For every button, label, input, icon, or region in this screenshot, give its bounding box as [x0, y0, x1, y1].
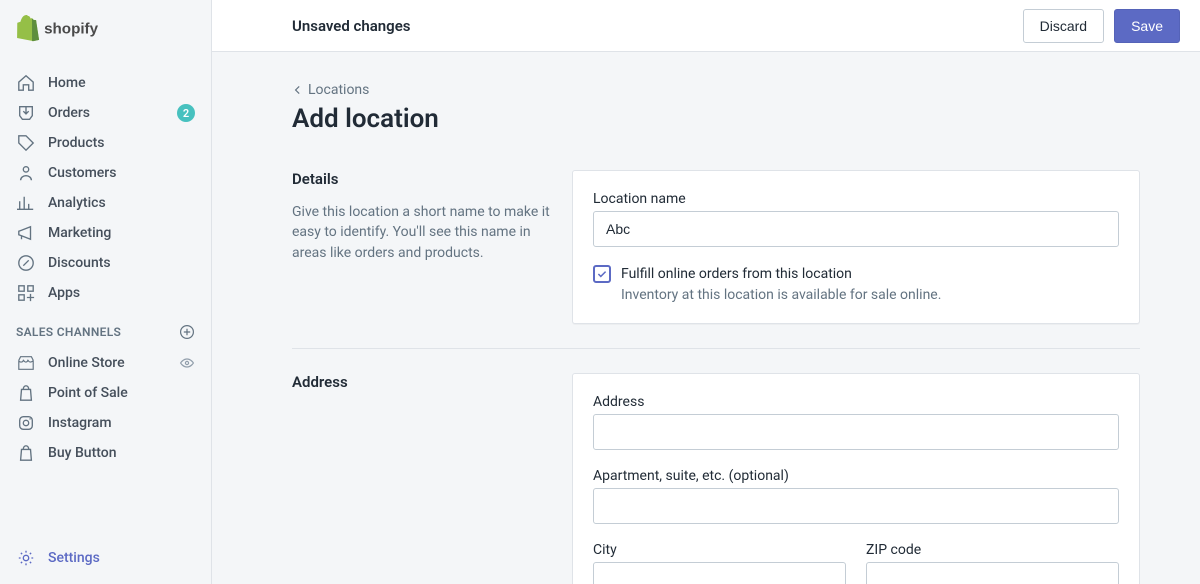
- svg-text:shopify: shopify: [44, 20, 99, 37]
- main-content: Locations Add location Details Give this…: [212, 52, 1200, 584]
- instagram-icon: [16, 413, 36, 433]
- buy-button-icon: [16, 443, 36, 463]
- channel-instagram[interactable]: Instagram: [0, 408, 211, 438]
- person-icon: [16, 163, 36, 183]
- discount-icon: [16, 253, 36, 273]
- apartment-input[interactable]: [593, 488, 1119, 524]
- address-heading: Address: [292, 373, 552, 391]
- check-icon: [596, 268, 608, 280]
- add-channel-icon[interactable]: [179, 324, 195, 340]
- megaphone-icon: [16, 223, 36, 243]
- section-title: SALES CHANNELS: [16, 325, 121, 339]
- orders-badge: 2: [177, 104, 195, 122]
- breadcrumb-label: Locations: [308, 82, 369, 98]
- nav-label: Apps: [48, 285, 80, 301]
- nav-marketing[interactable]: Marketing: [0, 218, 211, 248]
- nav-orders[interactable]: Orders 2: [0, 98, 211, 128]
- gear-icon: [16, 548, 36, 568]
- details-side: Details Give this location a short name …: [292, 170, 552, 324]
- nav-label: Home: [48, 75, 86, 91]
- nav-home[interactable]: Home: [0, 68, 211, 98]
- analytics-icon: [16, 193, 36, 213]
- address-side: Address: [292, 373, 552, 584]
- primary-nav: Home Orders 2 Products Customers Analyti…: [0, 56, 211, 468]
- nav-apps[interactable]: Apps: [0, 278, 211, 308]
- fulfill-description: Inventory at this location is available …: [621, 287, 1119, 303]
- city-label: City: [593, 542, 846, 558]
- sidebar: shopify Home Orders 2 Products Customers…: [0, 0, 212, 584]
- apartment-label: Apartment, suite, etc. (optional): [593, 468, 1119, 484]
- nav-label: Online Store: [48, 355, 125, 371]
- fulfill-checkbox[interactable]: [593, 265, 611, 283]
- nav-label: Marketing: [48, 225, 111, 241]
- discard-button[interactable]: Discard: [1023, 9, 1104, 43]
- breadcrumb-back[interactable]: Locations: [292, 82, 1140, 98]
- address-input[interactable]: [593, 414, 1119, 450]
- nav-label: Products: [48, 135, 105, 151]
- apps-icon: [16, 283, 36, 303]
- nav-label: Point of Sale: [48, 385, 128, 401]
- channel-online-store[interactable]: Online Store: [0, 348, 211, 378]
- zip-label: ZIP code: [866, 542, 1119, 558]
- city-input[interactable]: [593, 562, 846, 584]
- address-section: Address Address Apartment, suite, etc. (…: [292, 348, 1140, 584]
- fulfill-checkbox-row[interactable]: Fulfill online orders from this location: [593, 265, 1119, 283]
- details-section: Details Give this location a short name …: [292, 170, 1140, 348]
- location-name-input[interactable]: [593, 211, 1119, 247]
- topbar-title: Unsaved changes: [292, 17, 411, 35]
- page-title: Add location: [292, 104, 1140, 134]
- nav-label: Analytics: [48, 195, 106, 211]
- zip-input[interactable]: [866, 562, 1119, 584]
- nav-label: Orders: [48, 105, 90, 121]
- topbar-actions: Discard Save: [1023, 9, 1180, 43]
- topbar: Unsaved changes Discard Save: [212, 0, 1200, 52]
- nav-label: Buy Button: [48, 445, 117, 461]
- details-heading: Details: [292, 170, 552, 188]
- view-icon[interactable]: [179, 355, 195, 371]
- nav-label: Instagram: [48, 415, 112, 431]
- channel-pos[interactable]: Point of Sale: [0, 378, 211, 408]
- address-label: Address: [593, 394, 1119, 410]
- address-card: Address Apartment, suite, etc. (optional…: [572, 373, 1140, 584]
- tag-icon: [16, 133, 36, 153]
- store-icon: [16, 353, 36, 373]
- details-description: Give this location a short name to make …: [292, 202, 552, 263]
- inbox-icon: [16, 103, 36, 123]
- save-button[interactable]: Save: [1114, 9, 1180, 43]
- home-icon: [16, 73, 36, 93]
- nav-products[interactable]: Products: [0, 128, 211, 158]
- chevron-left-icon: [292, 84, 304, 96]
- nav-label: Discounts: [48, 255, 111, 271]
- nav-discounts[interactable]: Discounts: [0, 248, 211, 278]
- sales-channels-header: SALES CHANNELS: [0, 308, 211, 348]
- nav-analytics[interactable]: Analytics: [0, 188, 211, 218]
- location-name-label: Location name: [593, 191, 1119, 207]
- nav-label: Customers: [48, 165, 116, 181]
- settings-label: Settings: [48, 550, 100, 566]
- details-card: Location name Fulfill online orders from…: [572, 170, 1140, 324]
- brand-logo[interactable]: shopify: [0, 0, 211, 56]
- fulfill-label: Fulfill online orders from this location: [621, 266, 852, 282]
- bag-icon: [16, 383, 36, 403]
- nav-settings[interactable]: Settings: [0, 542, 211, 574]
- nav-customers[interactable]: Customers: [0, 158, 211, 188]
- channel-buy-button[interactable]: Buy Button: [0, 438, 211, 468]
- shopify-logo-icon: shopify: [16, 15, 111, 42]
